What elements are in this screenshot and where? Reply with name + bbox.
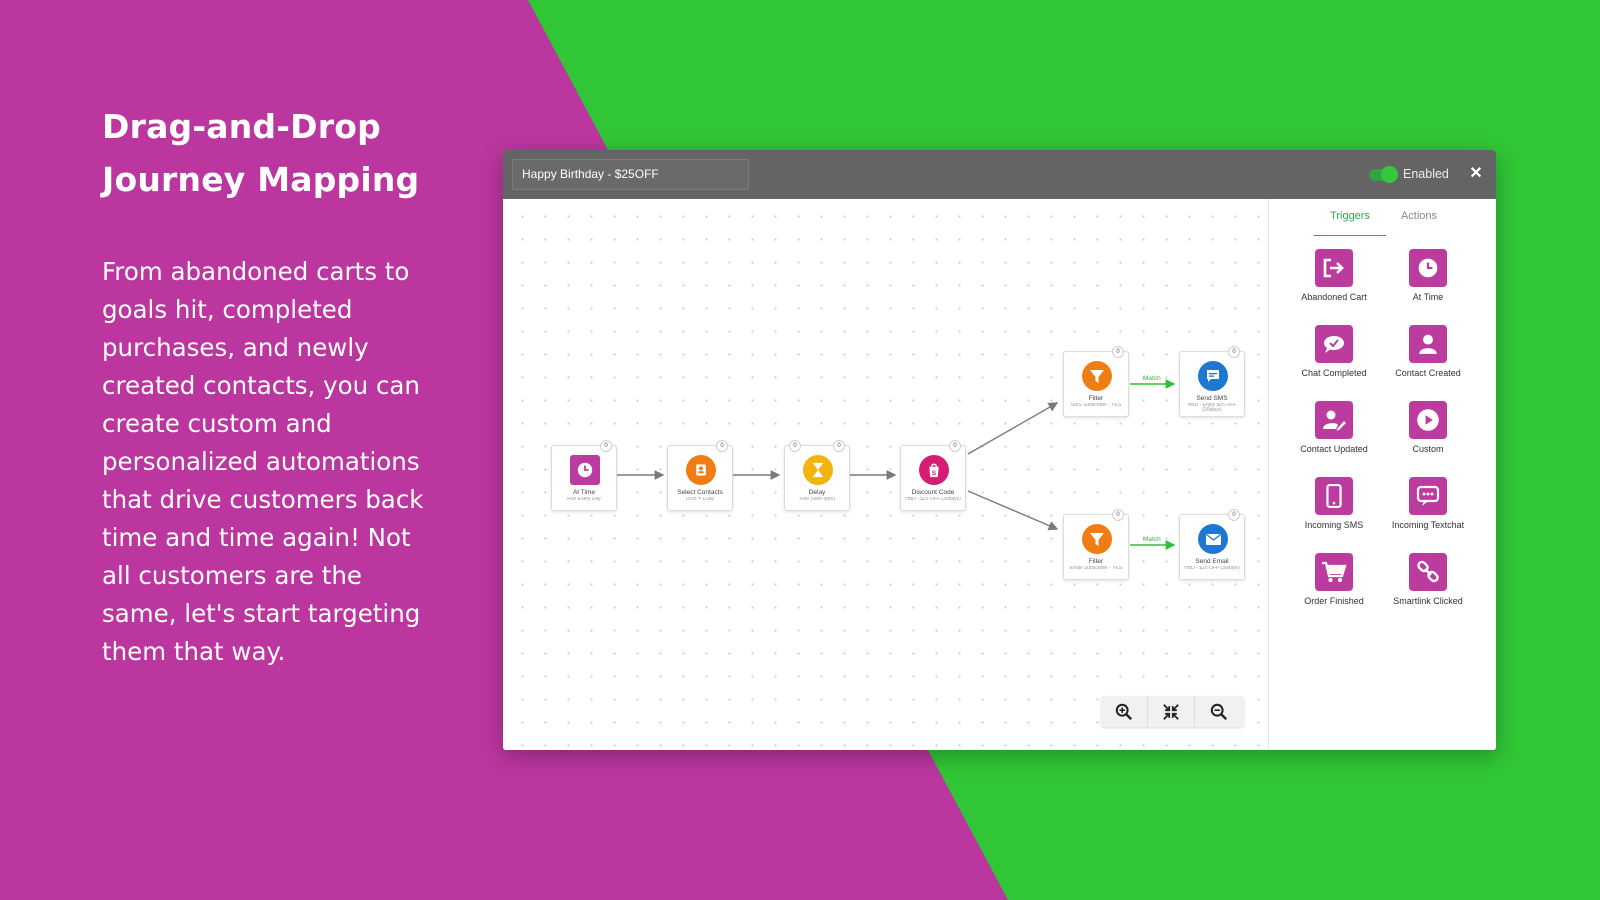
cart-icon bbox=[1315, 553, 1353, 591]
zoom-controls bbox=[1101, 696, 1244, 727]
node-count-badge: 0 bbox=[716, 440, 728, 452]
node-subtitle: DOB = 1Day bbox=[685, 497, 715, 502]
node-title: Discount Code bbox=[911, 489, 955, 496]
connector-4 bbox=[967, 402, 1059, 455]
trigger-label: Smartlink Clicked bbox=[1393, 596, 1463, 606]
node-discount-code[interactable]: 0 S Discount Code HBD - $25 OFF (30days) bbox=[900, 440, 966, 511]
node-title: Filter bbox=[1088, 395, 1104, 402]
filter-icon bbox=[1082, 524, 1112, 554]
node-delay[interactable]: 0 0 Delay +9hr (9am-9pm) bbox=[784, 440, 850, 511]
phone-icon bbox=[1315, 477, 1353, 515]
node-subtitle: Run Every Day bbox=[567, 497, 601, 502]
node-count-badge: 0 bbox=[1112, 509, 1124, 521]
hero-title: Drag-and-Drop Journey Mapping bbox=[102, 100, 462, 206]
node-count-badge: 0 bbox=[1112, 346, 1124, 358]
trigger-at-time[interactable]: At Time bbox=[1383, 249, 1473, 311]
svg-text:S: S bbox=[932, 470, 937, 477]
hero-title-line-1: Drag-and-Drop bbox=[102, 107, 381, 146]
node-subtitle: HBD - $25 OFF (30days) bbox=[905, 497, 961, 502]
node-count-badge: 0 bbox=[1228, 346, 1240, 358]
contacts-icon bbox=[686, 455, 716, 485]
tab-triggers[interactable]: Triggers bbox=[1314, 210, 1386, 236]
toggle-knob bbox=[1381, 166, 1398, 183]
trigger-label: Incoming Textchat bbox=[1391, 520, 1465, 530]
trigger-incoming-sms[interactable]: Incoming SMS bbox=[1289, 477, 1379, 539]
node-subtitle: Email Subscriber - YES bbox=[1069, 566, 1123, 571]
sms-icon bbox=[1198, 361, 1228, 391]
node-title: Send Email bbox=[1195, 558, 1229, 565]
trigger-incoming-textchat[interactable]: Incoming Textchat bbox=[1383, 477, 1473, 539]
node-title: Delay bbox=[808, 489, 826, 496]
chat-dots-icon bbox=[1409, 477, 1447, 515]
trigger-label: Contact Updated bbox=[1300, 444, 1368, 454]
person-icon bbox=[1409, 325, 1447, 363]
trigger-order-finished[interactable]: Order Finished bbox=[1289, 553, 1379, 615]
trigger-label: Custom bbox=[1412, 444, 1444, 454]
trigger-label: Contact Created bbox=[1395, 368, 1461, 378]
node-count-badge: 0 bbox=[949, 440, 961, 452]
email-icon bbox=[1198, 524, 1228, 554]
trigger-label: Incoming SMS bbox=[1304, 520, 1364, 530]
node-title: Filter bbox=[1088, 558, 1104, 565]
journey-editor-window: Happy Birthday - $25OFF Enabled ✕ Match … bbox=[503, 150, 1496, 750]
play-icon bbox=[1409, 401, 1447, 439]
node-at-time[interactable]: 0 At Time Run Every Day bbox=[551, 440, 617, 511]
shopify-icon: S bbox=[919, 455, 949, 485]
node-count-badge: 0 bbox=[600, 440, 612, 452]
trigger-contact-created[interactable]: Contact Created bbox=[1383, 325, 1473, 387]
match-label-1: Match bbox=[1143, 375, 1161, 382]
node-filter-email[interactable]: 0 Filter Email Subscriber - YES bbox=[1063, 509, 1129, 580]
chat-check-icon bbox=[1315, 325, 1353, 363]
zoom-out-icon[interactable] bbox=[1195, 696, 1242, 727]
connector-5 bbox=[967, 490, 1059, 531]
filter-icon bbox=[1082, 361, 1112, 391]
close-icon[interactable]: ✕ bbox=[1468, 166, 1484, 182]
trigger-contact-updated[interactable]: Contact Updated bbox=[1289, 401, 1379, 463]
zoom-in-icon[interactable] bbox=[1101, 696, 1148, 727]
trigger-label: At Time bbox=[1412, 292, 1444, 302]
flow-connectors: Match Match bbox=[617, 375, 1176, 550]
hourglass-icon bbox=[803, 455, 833, 485]
node-subtitle: HBD - Enjoy $25 OFF (30days) bbox=[1187, 403, 1237, 413]
node-title: Send SMS bbox=[1196, 395, 1228, 402]
hero-description: From abandoned carts to goals hit, compl… bbox=[102, 257, 424, 666]
hero-title-line-2: Journey Mapping bbox=[102, 160, 420, 199]
node-send-email[interactable]: 0 Send Email HBD - $25 OFF (30days) bbox=[1179, 509, 1245, 580]
trigger-chat-completed[interactable]: Chat Completed bbox=[1289, 325, 1379, 387]
clock-icon bbox=[570, 455, 600, 485]
node-count-badge: 0 bbox=[1228, 509, 1240, 521]
node-filter-sms[interactable]: 0 Filter SMS Subscriber - YES bbox=[1063, 346, 1129, 417]
match-label-2: Match bbox=[1143, 536, 1161, 543]
person-edit-icon bbox=[1315, 401, 1353, 439]
editor-topbar: Happy Birthday - $25OFF Enabled ✕ bbox=[503, 150, 1496, 199]
trigger-custom[interactable]: Custom bbox=[1383, 401, 1473, 463]
trigger-label: Abandoned Cart bbox=[1301, 292, 1367, 302]
journey-name-input[interactable]: Happy Birthday - $25OFF bbox=[512, 159, 749, 190]
enabled-label: Enabled bbox=[1403, 167, 1449, 181]
fit-screen-icon[interactable] bbox=[1148, 696, 1195, 727]
enabled-toggle[interactable] bbox=[1369, 166, 1398, 183]
node-library-panel: Triggers Actions Abandoned Cart At Time … bbox=[1268, 199, 1496, 750]
journey-canvas[interactable]: Match Match 0 At Time Run Every Day 0 Se… bbox=[503, 199, 1268, 750]
node-subtitle: HBD - $25 OFF (30days) bbox=[1184, 566, 1240, 571]
node-select-contacts[interactable]: 0 Select Contacts DOB = 1Day bbox=[667, 440, 733, 511]
node-send-sms[interactable]: 0 Send SMS HBD - Enjoy $25 OFF (30days) bbox=[1179, 346, 1245, 417]
tab-actions[interactable]: Actions bbox=[1393, 210, 1445, 236]
exit-icon bbox=[1315, 249, 1353, 287]
clock-icon bbox=[1409, 249, 1447, 287]
trigger-abandoned-cart[interactable]: Abandoned Cart bbox=[1289, 249, 1379, 311]
node-subtitle: +9hr (9am-9pm) bbox=[799, 497, 835, 502]
trigger-label: Chat Completed bbox=[1301, 368, 1367, 378]
link-icon bbox=[1409, 553, 1447, 591]
trigger-label: Order Finished bbox=[1304, 596, 1364, 606]
node-title: Select Contacts bbox=[677, 489, 723, 496]
node-count-badge: 0 bbox=[789, 440, 801, 452]
trigger-smartlink-clicked[interactable]: Smartlink Clicked bbox=[1383, 553, 1473, 615]
node-count-badge: 0 bbox=[833, 440, 845, 452]
node-title: At Time bbox=[572, 489, 596, 496]
node-subtitle: SMS Subscriber - YES bbox=[1070, 403, 1122, 408]
